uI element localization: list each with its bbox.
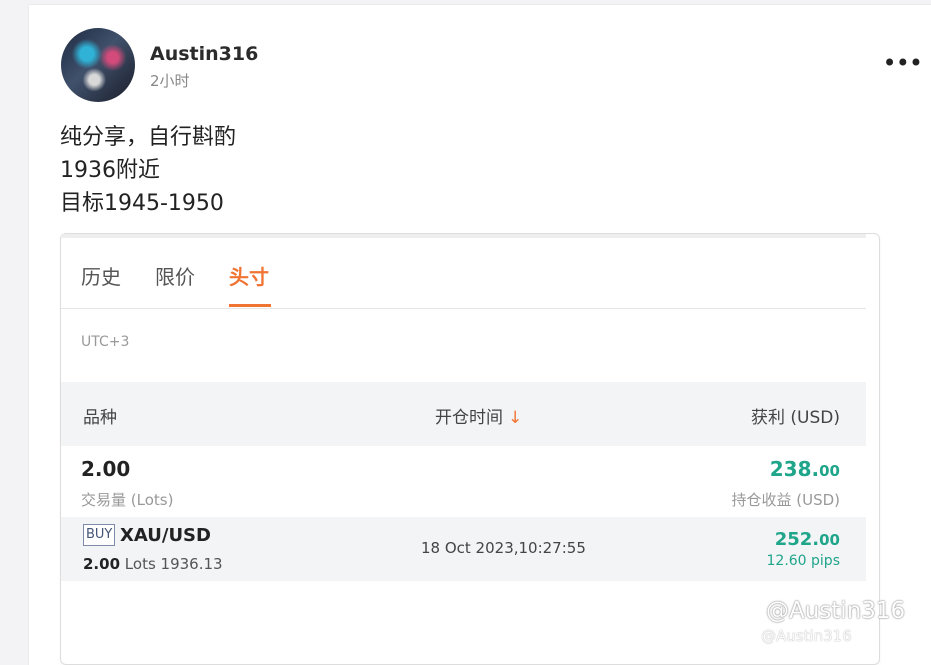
buy-badge: BUY [83,524,116,546]
username[interactable]: Austin316 [150,43,258,65]
position-lots: 2.00 Lots 1936.13 [83,555,223,573]
post-line: 纯分享，自行斟酌 [60,125,237,150]
position-symbol: XAU/USD [120,525,211,546]
watermark-large: @Austin316 [766,598,906,624]
total-profit-label: 持仓收益 (USD) [731,491,840,509]
post-line: 目标1945-1950 [60,191,224,216]
more-icon[interactable]: ••• [883,49,923,77]
position-pips: 12.60 pips [766,553,841,569]
position-open-time: 18 Oct 2023,10:27:55 [421,539,586,557]
tab-history[interactable]: 历史 [81,261,121,290]
trade-screenshot-embed[interactable]: 历史 限价 头寸 UTC+3 品种 开仓时间 ↓ 获利 (USD) 2.00 交易… [60,233,880,665]
column-profit: 获利 (USD) [751,408,840,428]
active-tab-indicator [229,304,271,307]
sort-down-icon[interactable]: ↓ [508,408,522,428]
avatar[interactable] [61,28,135,102]
post-card: Austin316 2小时 ••• 纯分享，自行斟酌 1936附近 目标1945… [28,4,931,665]
position-profit: 252.00 [774,529,840,550]
post-time: 2小时 [150,72,190,90]
timezone-label: UTC+3 [81,334,130,350]
summary-row: 2.00 交易量 (Lots) 238.00 持仓收益 (USD) [61,447,866,517]
total-lots-label: 交易量 (Lots) [81,491,174,509]
total-profit-int: 238. [769,457,820,481]
table-header: 品种 开仓时间 ↓ 获利 (USD) [61,382,866,446]
table-row[interactable]: BUY XAU/USD 2.00 Lots 1936.13 18 Oct 202… [61,517,866,581]
tab-limit[interactable]: 限价 [155,261,195,290]
post-line: 1936附近 [60,158,160,183]
tab-positions[interactable]: 头寸 [229,261,269,290]
total-profit-dec: 00 [819,462,840,480]
tab-bar: 历史 限价 头寸 [61,234,866,309]
total-profit: 238.00 [770,457,840,481]
post-content: 纯分享，自行斟酌 1936附近 目标1945-1950 [60,121,236,220]
total-lots: 2.00 [81,457,131,481]
column-open-time[interactable]: 开仓时间 ↓ [435,403,522,428]
column-open-time-label: 开仓时间 [435,408,503,428]
column-symbol: 品种 [83,408,117,428]
watermark-small: @Austin316 [761,627,852,645]
